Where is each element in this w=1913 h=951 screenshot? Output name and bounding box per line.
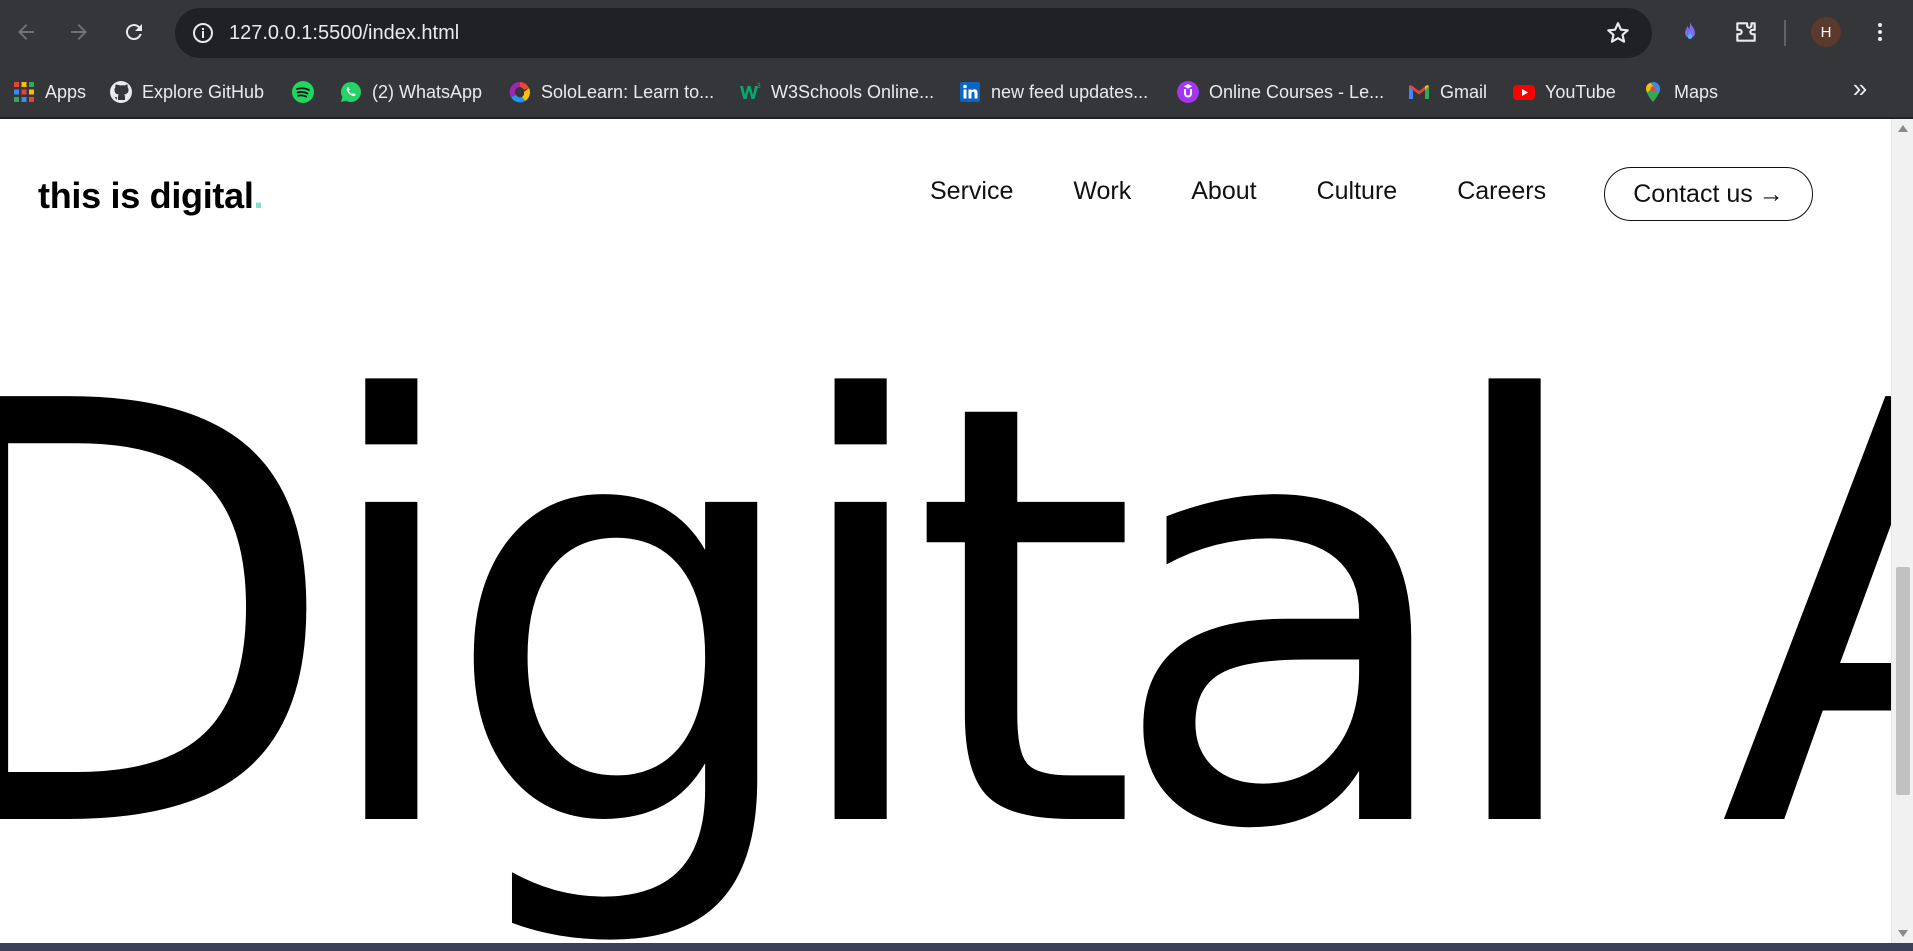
github-icon xyxy=(109,80,133,104)
bookmarks-bar: Apps Explore GitHub (2) WhatsApp SoloLea… xyxy=(0,66,1913,118)
nav-link-culture[interactable]: Culture xyxy=(1317,177,1398,206)
profile-avatar[interactable]: H xyxy=(1811,17,1841,47)
bookmark-label: Apps xyxy=(45,81,87,102)
bookmark-label: Online Courses - Le... xyxy=(1209,81,1385,102)
maps-icon xyxy=(1641,80,1665,104)
gmail-icon xyxy=(1407,80,1431,104)
contact-us-button[interactable]: Contact us → xyxy=(1604,167,1813,221)
bookmarks-overflow-button[interactable]: » xyxy=(1845,70,1875,106)
contact-label: Contact us xyxy=(1633,179,1753,208)
url-text[interactable]: 127.0.0.1:5500/index.html xyxy=(229,8,459,58)
bookmark-label: (2) WhatsApp xyxy=(372,81,483,102)
reload-button[interactable] xyxy=(116,14,152,50)
reload-icon xyxy=(125,24,142,41)
w3schools-icon: 3 xyxy=(738,80,762,104)
bookmark-whatsapp[interactable]: (2) WhatsApp xyxy=(339,76,482,108)
extensions-puzzle-icon[interactable] xyxy=(1728,14,1764,50)
svg-text:3: 3 xyxy=(757,82,761,90)
bookmark-github[interactable]: Explore GitHub xyxy=(109,76,264,108)
bookmark-label: YouTube xyxy=(1545,81,1616,102)
window-bottom-edge xyxy=(0,943,1913,951)
youtube-icon xyxy=(1512,80,1536,104)
sololearn-icon xyxy=(508,80,532,104)
menu-kebab-icon[interactable] xyxy=(1862,14,1898,50)
bookmark-w3schools[interactable]: 3 W3Schools Online... xyxy=(738,76,934,108)
udemy-icon xyxy=(1176,80,1200,104)
page-scrollbar[interactable] xyxy=(1891,119,1913,943)
spotify-icon xyxy=(291,80,315,104)
bookmark-gmail[interactable]: Gmail xyxy=(1407,76,1487,108)
back-arrow-icon xyxy=(18,24,34,40)
nav-link-work[interactable]: Work xyxy=(1073,177,1131,206)
bookmark-label: Explore GitHub xyxy=(142,81,265,102)
page-viewport: this is digital. Service Work About Cult… xyxy=(0,119,1913,943)
forward-arrow-icon xyxy=(71,24,87,40)
browser-toolbar: 127.0.0.1:5500/index.html H xyxy=(0,0,1913,66)
bookmark-label: W3Schools Online... xyxy=(771,81,935,102)
nav-link-about[interactable]: About xyxy=(1191,177,1256,206)
nav-link-service[interactable]: Service xyxy=(930,177,1013,206)
bookmark-udemy[interactable]: Online Courses - Le... xyxy=(1176,76,1384,108)
bookmark-sololearn[interactable]: SoloLearn: Learn to... xyxy=(508,76,714,108)
bookmark-spotify[interactable] xyxy=(291,76,324,108)
scroll-up-arrow-icon[interactable] xyxy=(1898,125,1908,132)
nav-link-careers[interactable]: Careers xyxy=(1457,177,1546,206)
back-button[interactable] xyxy=(8,14,44,50)
linkedin-icon xyxy=(958,80,982,104)
address-bar[interactable]: 127.0.0.1:5500/index.html xyxy=(175,8,1652,58)
scroll-down-arrow-icon[interactable] xyxy=(1898,930,1908,937)
bookmark-youtube[interactable]: YouTube xyxy=(1512,76,1616,108)
toolbar-separator xyxy=(1784,20,1786,46)
site-logo[interactable]: this is digital. xyxy=(38,175,264,217)
apps-grid-icon xyxy=(12,80,36,104)
whatsapp-icon xyxy=(339,80,363,104)
bookmark-label: Maps xyxy=(1674,81,1719,102)
site-nav: Service Work About Culture Careers xyxy=(930,177,1606,206)
site-info-icon[interactable] xyxy=(185,15,221,51)
bookmark-apps[interactable]: Apps xyxy=(12,76,86,108)
logo-text: this is digital xyxy=(38,175,254,216)
hero-heading: Digital A xyxy=(0,281,1891,943)
arrow-right-icon: → xyxy=(1758,179,1784,208)
bookmark-label: SoloLearn: Learn to... xyxy=(541,81,715,102)
forward-button[interactable] xyxy=(61,14,97,50)
bookmark-label: Gmail xyxy=(1440,81,1488,102)
logo-dot: . xyxy=(253,175,264,216)
bookmark-linkedin[interactable]: new feed updates... xyxy=(958,76,1148,108)
extension-flame-icon[interactable] xyxy=(1672,14,1708,50)
bookmark-maps[interactable]: Maps xyxy=(1641,76,1718,108)
web-page: this is digital. Service Work About Cult… xyxy=(0,119,1891,943)
bookmark-label: new feed updates... xyxy=(991,81,1149,102)
scrollbar-thumb[interactable] xyxy=(1896,567,1910,795)
bookmark-star-icon[interactable] xyxy=(1602,17,1634,49)
